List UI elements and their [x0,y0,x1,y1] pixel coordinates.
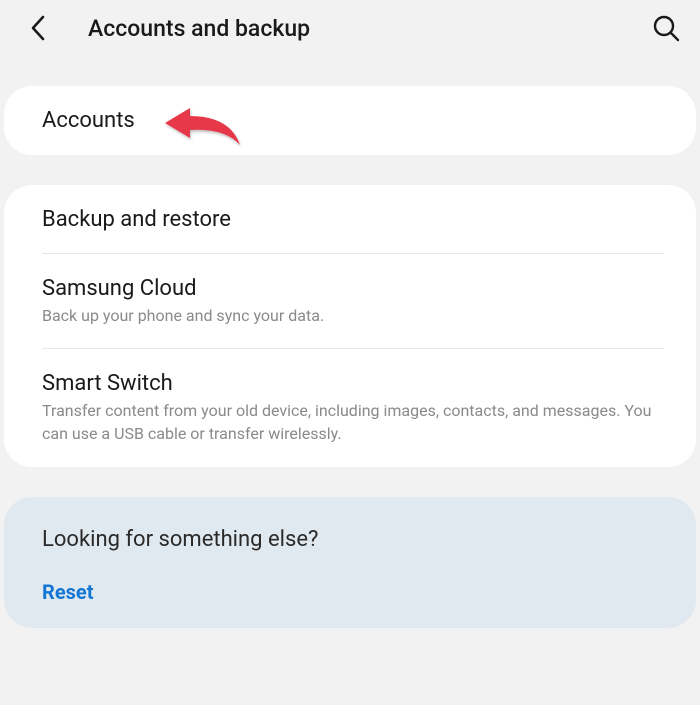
smart-switch-desc: Transfer content from your old device, i… [42,400,658,445]
looking-for-section: Looking for something else? Reset [4,497,696,628]
page-title: Accounts and backup [88,15,640,42]
accounts-section: Accounts [4,86,696,155]
samsung-cloud-desc: Back up your phone and sync your data. [42,305,658,327]
search-button[interactable] [640,14,680,42]
page-header: Accounts and backup [0,0,700,56]
smart-switch-item[interactable]: Smart Switch Transfer content from your … [4,349,696,467]
looking-for-title: Looking for something else? [42,527,658,552]
samsung-cloud-item[interactable]: Samsung Cloud Back up your phone and syn… [4,254,696,349]
search-icon [652,14,680,42]
accounts-title: Accounts [42,108,658,133]
backup-section: Backup and restore Samsung Cloud Back up… [4,185,696,467]
reset-link[interactable]: Reset [42,580,658,604]
chevron-left-icon [30,15,46,41]
smart-switch-title: Smart Switch [42,371,658,396]
backup-restore-item[interactable]: Backup and restore [4,185,696,254]
back-button[interactable] [30,15,70,41]
accounts-item[interactable]: Accounts [4,86,696,155]
backup-restore-title: Backup and restore [42,207,658,232]
samsung-cloud-title: Samsung Cloud [42,276,658,301]
